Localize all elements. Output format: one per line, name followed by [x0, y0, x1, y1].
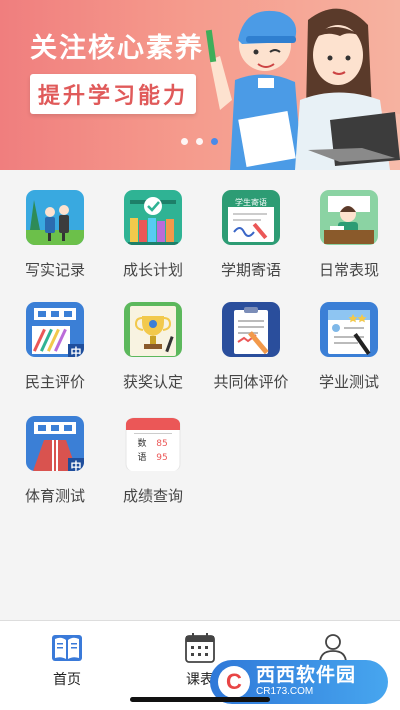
grid-item-award[interactable]: 获奖认定 — [103, 282, 203, 392]
watermark-url: CR173.COM — [256, 686, 314, 697]
grid-item-label: 日常表现 — [318, 262, 379, 279]
grid-item-label: 共同体评价 — [213, 374, 289, 391]
grid-item-label: 写实记录 — [24, 262, 85, 279]
home-indicator[interactable] — [130, 697, 270, 702]
grid-item-label: 民主评价 — [24, 374, 85, 391]
grid-item-label: 获奖认定 — [122, 374, 183, 391]
grid-item-label: 学期寄语 — [220, 262, 281, 279]
book-icon — [50, 631, 84, 665]
tab-home[interactable]: 首页 — [0, 631, 134, 691]
grade-score-math: 85 — [156, 439, 167, 449]
grid-item-record[interactable]: 写实记录 — [5, 170, 105, 280]
grade-subject-math: 数 — [137, 437, 146, 449]
grid-item-democratic-evaluation[interactable]: 中 民主评价 — [5, 282, 105, 392]
watermark-logo-icon: C — [218, 666, 250, 698]
grid-item-academic-test[interactable]: 学业测试 — [299, 282, 399, 392]
corner-badge: 中 — [71, 345, 82, 357]
grid-item-label: 体育测试 — [24, 488, 85, 505]
grade-score-chinese: 95 — [156, 453, 167, 463]
carousel-dots[interactable] — [181, 138, 218, 145]
students-illustration — [205, 8, 400, 170]
corner-badge: 中 — [71, 459, 82, 471]
term-message-icon: 学生寄语 — [222, 190, 280, 245]
watermark-brand: 西西软件园 — [256, 665, 357, 686]
tab-label: 首页 — [53, 671, 81, 687]
carousel-dot[interactable] — [196, 138, 203, 145]
grid-item-term-message[interactable]: 学生寄语 学期寄语 — [201, 170, 301, 280]
grid-item-label: 成绩查询 — [122, 488, 183, 505]
grid-item-grade-query[interactable]: 数 语 85 95 成绩查询 — [103, 396, 203, 506]
growth-plan-icon — [124, 190, 182, 245]
academic-test-icon — [320, 302, 378, 357]
grid-item-sports-test[interactable]: 中 体育测试 — [5, 396, 105, 506]
grid-item-label: 成长计划 — [122, 262, 183, 279]
grid-item-growth-plan[interactable]: 成长计划 — [103, 170, 203, 280]
grid-item-daily-performance[interactable]: 日常表现 — [299, 170, 399, 280]
grade-subject-chinese: 语 — [137, 452, 146, 463]
community-evaluation-icon — [222, 302, 280, 357]
banner-title: 关注核心素养 — [30, 33, 204, 63]
grade-query-icon: 数 语 85 95 — [124, 416, 182, 471]
sports-test-icon: 中 — [26, 416, 84, 471]
term-message-badge: 学生寄语 — [235, 197, 267, 207]
calendar-icon — [183, 631, 217, 665]
democratic-evaluation-icon: 中 — [26, 302, 84, 357]
carousel-dot-active[interactable] — [211, 138, 218, 145]
banner-subtitle: 提升学习能力 — [30, 74, 196, 114]
daily-performance-icon — [320, 190, 378, 245]
promo-banner[interactable]: 关注核心素养 提升学习能力 — [0, 0, 400, 170]
record-icon — [26, 190, 84, 245]
grid-item-community-evaluation[interactable]: 共同体评价 — [201, 282, 301, 392]
grid-item-label: 学业测试 — [318, 374, 379, 391]
award-icon — [124, 302, 182, 357]
feature-grid: 写实记录 成长计划 学生寄语 学期寄语 日常表现 中 民主评价 获奖认定 共同体… — [0, 170, 400, 620]
carousel-dot[interactable] — [181, 138, 188, 145]
